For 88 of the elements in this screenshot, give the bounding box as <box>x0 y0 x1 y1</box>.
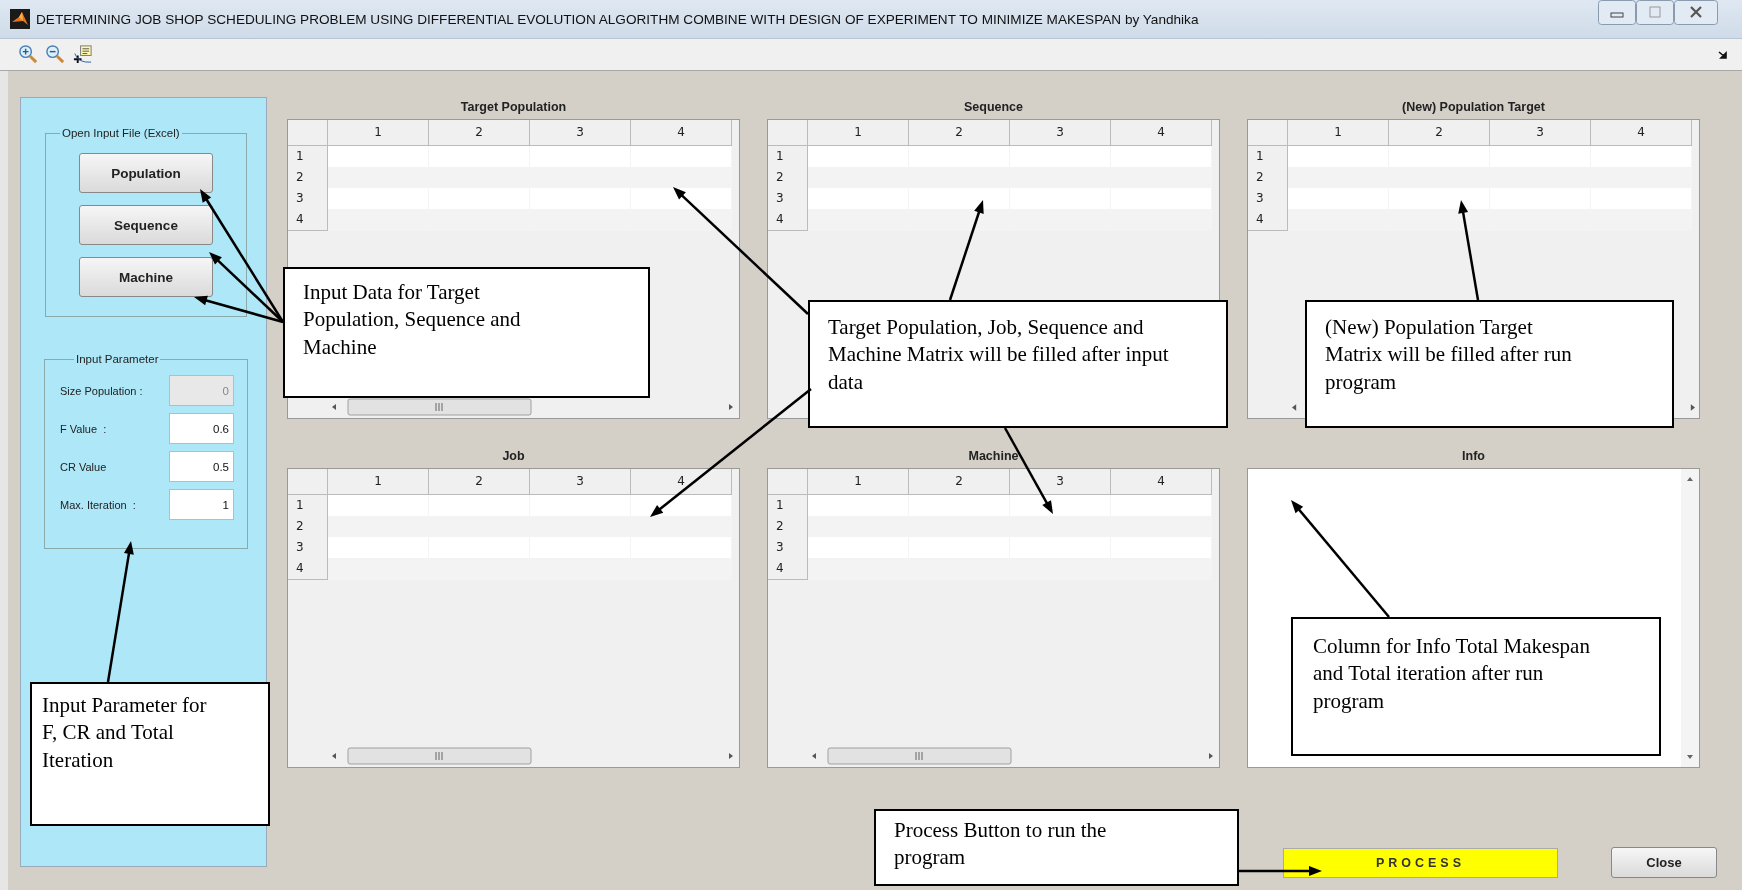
row-header: 3 <box>288 188 328 210</box>
dock-arrow-icon[interactable] <box>1718 49 1728 60</box>
table-cell[interactable] <box>1591 146 1692 168</box>
table-cell[interactable] <box>1010 146 1111 168</box>
table-cell[interactable] <box>429 495 530 517</box>
callout-box: Column for Info Total Makespan and Total iteration after run program <box>1291 617 1661 756</box>
callout-box: Input Parameter for F, CR and Total Iteration <box>30 682 270 826</box>
table-cell[interactable] <box>530 146 631 168</box>
table-cell[interactable] <box>1288 188 1389 210</box>
row-header: 4 <box>288 209 328 231</box>
row-header: 2 <box>1248 167 1288 189</box>
table-cell[interactable] <box>328 516 429 538</box>
table-title: Job <box>501 448 526 465</box>
table-cell[interactable] <box>1389 188 1490 210</box>
table-cell[interactable] <box>429 146 530 168</box>
table-cell[interactable] <box>631 146 732 168</box>
group-title: Open Input File (Excel) <box>61 127 181 139</box>
table-cell[interactable] <box>909 495 1010 517</box>
table-cell[interactable] <box>631 188 732 210</box>
table-cell[interactable] <box>1288 167 1389 189</box>
table-cell[interactable] <box>631 167 732 189</box>
maximize-button[interactable] <box>1636 0 1674 25</box>
load-button[interactable]: Sequence <box>79 205 213 245</box>
row-header: 4 <box>768 209 808 231</box>
table-cell[interactable] <box>808 188 909 210</box>
table-cell[interactable] <box>1111 495 1212 517</box>
input-field[interactable]: 0.6 <box>169 413 234 444</box>
input-field[interactable]: 1 <box>169 489 234 520</box>
table-title: Sequence <box>962 99 1025 116</box>
load-button[interactable]: Population <box>79 153 213 193</box>
zoom-out-icon[interactable] <box>45 44 66 65</box>
row-header: 4 <box>288 558 328 580</box>
row-header: 3 <box>288 537 328 559</box>
zoom-in-icon[interactable] <box>18 44 39 65</box>
row-header: 2 <box>768 516 808 538</box>
vertical-scrollbar[interactable] <box>1681 469 1699 767</box>
table-cell[interactable] <box>909 188 1010 210</box>
callout-box: Input Data for Target Population, Sequence and Machine <box>283 267 650 398</box>
table-cell[interactable] <box>808 146 909 168</box>
row-header: 3 <box>768 188 808 210</box>
field-label: Max. Iteration : <box>60 498 136 511</box>
table-cell[interactable] <box>1490 146 1591 168</box>
table-title: Target Population <box>459 99 568 116</box>
callout-box: (New) Population Target Matrix will be filled after run program <box>1305 300 1674 428</box>
table-cell[interactable] <box>328 146 429 168</box>
table-cell[interactable] <box>328 495 429 517</box>
info-title: Info <box>1461 448 1486 465</box>
table-cell[interactable] <box>1010 495 1111 517</box>
app-icon <box>10 9 30 29</box>
table-cell[interactable] <box>808 495 909 517</box>
field-label: F Value : <box>60 422 107 435</box>
table-cell[interactable] <box>328 537 429 559</box>
row-header: 2 <box>288 516 328 538</box>
field-label: CR Value <box>60 460 107 473</box>
row-header: 3 <box>768 537 808 559</box>
window-title: DETERMINING JOB SHOP SCHEDULING PROBLEM USING DIFFERENTIAL EVOLUTION ALGORITHM COMBINE WITH DESIGN OF EXPERIMENT TO MINIMIZE MAKESPAN by Yandhika <box>36 11 1199 27</box>
table-cell[interactable] <box>631 495 732 517</box>
table-cell[interactable] <box>808 516 909 538</box>
close-button[interactable] <box>1674 0 1718 25</box>
table-cell[interactable] <box>1389 146 1490 168</box>
process-button[interactable]: PROCESS <box>1283 847 1558 878</box>
table-cell[interactable] <box>909 146 1010 168</box>
scroll-right-icon[interactable] <box>1690 403 1695 411</box>
scroll-left-icon[interactable] <box>1292 403 1297 411</box>
callout-box: Target Population, Job, Sequence and Machine Matrix will be filled after input data <box>808 300 1228 428</box>
field-label: Size Population : <box>60 384 143 397</box>
input-field[interactable]: 0.5 <box>169 451 234 482</box>
row-header: 4 <box>1248 209 1288 231</box>
table-cell[interactable] <box>631 516 732 538</box>
table-cell[interactable] <box>808 167 909 189</box>
close-button[interactable]: Close <box>1611 847 1717 878</box>
callout-box: Process Button to run the program <box>874 809 1239 886</box>
data-cursor-icon[interactable] <box>72 44 93 65</box>
minimize-button[interactable] <box>1598 0 1636 25</box>
table-title: Machine <box>967 448 1020 465</box>
table-cell[interactable] <box>328 188 429 210</box>
table-title: (New) Population Target <box>1401 99 1546 116</box>
table-cell[interactable] <box>808 537 909 559</box>
load-button[interactable]: Machine <box>79 257 213 297</box>
row-header: 3 <box>1248 188 1288 210</box>
group-title: Input Parameter <box>75 353 160 365</box>
table-cell[interactable] <box>530 495 631 517</box>
row-header: 4 <box>768 558 808 580</box>
row-header: 2 <box>288 167 328 189</box>
row-header: 2 <box>768 167 808 189</box>
table-cell[interactable] <box>1111 146 1212 168</box>
table-cell[interactable] <box>328 167 429 189</box>
table-cell[interactable] <box>1288 146 1389 168</box>
